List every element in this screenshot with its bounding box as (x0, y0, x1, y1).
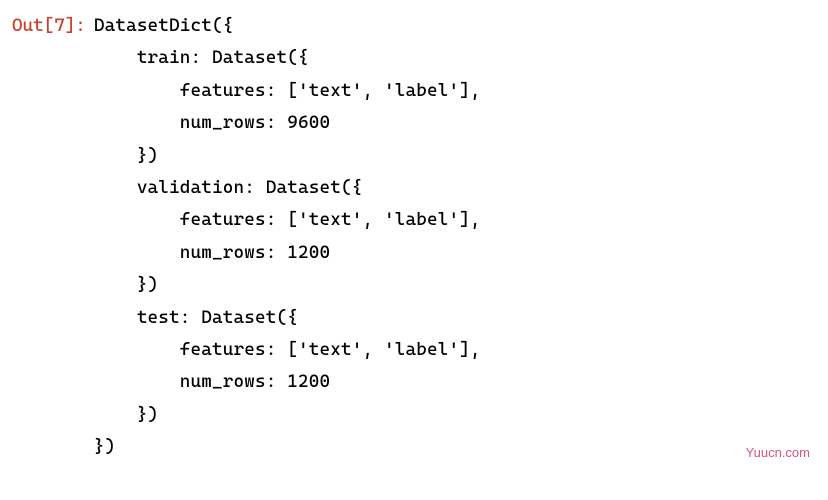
code-line: test: Dataset({ (94, 307, 298, 328)
code-line: train: Dataset({ (94, 47, 309, 68)
code-line: }) (94, 274, 158, 295)
jupyter-output-cell: Out[7]: DatasetDict({ train: Dataset({ f… (0, 10, 828, 463)
code-line: validation: Dataset({ (94, 177, 363, 198)
code-line: num_rows: 1200 (94, 371, 330, 392)
watermark: Yuucn.com (746, 441, 810, 464)
code-line: num_rows: 1200 (94, 242, 330, 263)
code-line: features: ['text', 'label'], (94, 339, 481, 360)
code-line: features: ['text', 'label'], (94, 80, 481, 101)
code-line: }) (94, 145, 158, 166)
code-line: }) (94, 436, 116, 457)
output-prompt: Out[7]: (0, 10, 94, 42)
code-output-block: DatasetDict({ train: Dataset({ features:… (94, 10, 481, 463)
code-line: num_rows: 9600 (94, 112, 330, 133)
code-line: }) (94, 404, 158, 425)
code-line: features: ['text', 'label'], (94, 209, 481, 230)
code-line: DatasetDict({ (94, 15, 234, 36)
